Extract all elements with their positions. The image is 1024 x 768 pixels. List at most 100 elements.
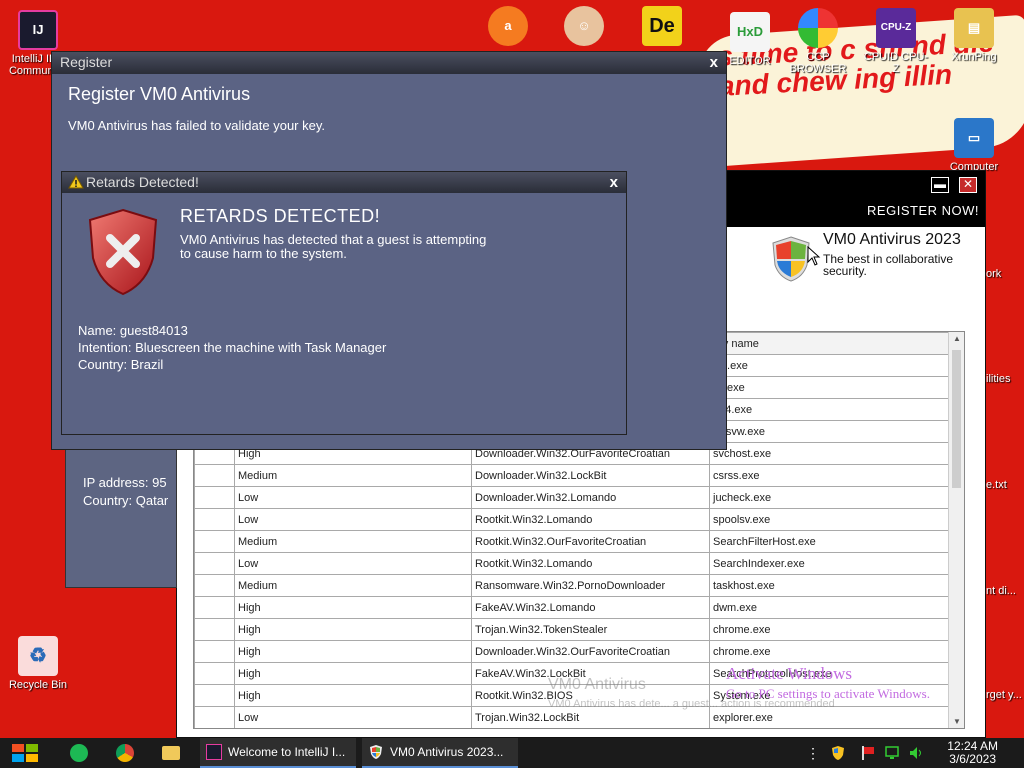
brand-tagline: The best in collaborative security. — [823, 252, 954, 278]
table-row[interactable]: Medium Rootkit.Win32.OurFavoriteCroatian S… — [194, 530, 951, 553]
scroll-down-icon[interactable]: ▼ — [949, 717, 964, 726]
tray-overflow-icon[interactable]: ⋮ — [806, 745, 822, 761]
edge-label-utilities: ilities — [986, 373, 1011, 385]
ccp-browser-icon — [798, 8, 838, 48]
start-button[interactable] — [8, 738, 42, 768]
tray-flag-icon[interactable] — [860, 745, 876, 761]
scrollbar-thumb[interactable] — [952, 350, 961, 488]
desktop-icon-recycle-bin[interactable]: ♻ Recycle Bin — [4, 636, 72, 691]
notification-toast-title: VM0 Antivirus — [548, 676, 646, 693]
row-indicator-cell — [194, 618, 235, 641]
table-row[interactable]: High Trojan.Win32.TokenStealer chrome.exe — [194, 618, 951, 641]
process-name-cell: svchost.exe — [709, 442, 951, 465]
network-icon[interactable] — [884, 745, 900, 761]
taskbar-chrome-button[interactable] — [116, 738, 134, 768]
row-indicator-cell — [194, 706, 235, 728]
table-row[interactable]: High FakeAV.Win32.Lomando dwm.exe — [194, 596, 951, 619]
register-dialog: Register x Register VM0 Antivirus VM0 An… — [51, 51, 727, 450]
desktop-icon-xrunping[interactable]: ▤ XrunPing — [940, 8, 1008, 63]
process-name-cell: SearchFilterHost.exe — [709, 530, 951, 553]
table-row[interactable]: Medium Ransomware.Win32.PornoDownloader ta… — [194, 574, 951, 597]
desktop-icon-computer[interactable]: ▭ Computer — [940, 118, 1008, 173]
row-indicator-cell — [194, 486, 235, 509]
avast-icon: a — [488, 6, 528, 46]
recycle-bin-icon: ♻ — [18, 636, 58, 676]
process-name-cell: jucheck.exe — [709, 486, 951, 509]
chrome-icon — [116, 744, 134, 762]
severity-cell: High — [234, 662, 472, 685]
row-indicator-cell — [194, 662, 235, 685]
taskbar-spotify-button[interactable] — [70, 738, 88, 768]
table-row[interactable]: Low Downloader.Win32.Lomando jucheck.exe — [194, 486, 951, 509]
row-indicator-cell — [194, 464, 235, 487]
threat-name-cell: Ransomware.Win32.PornoDownloader — [471, 574, 710, 597]
error-shield-icon — [88, 208, 158, 296]
guest-details: Name: guest84013 Intention: Bluescreen t… — [78, 322, 386, 373]
tray-shield-icon[interactable] — [830, 745, 846, 761]
mouse-cursor-icon — [807, 246, 821, 266]
register-now-link[interactable]: REGISTER NOW! — [867, 203, 979, 218]
register-dialog-title: Register — [60, 54, 113, 70]
process-name-cell: chrome.exe — [709, 640, 951, 663]
taskbar: Welcome to IntelliJ I... VM0 Antivirus 2… — [0, 738, 1024, 768]
register-dialog-titlebar: Register x — [52, 52, 726, 74]
column-header-process: ary name — [709, 332, 951, 355]
threat-name-cell: Downloader.Win32.LockBit — [471, 464, 710, 487]
guest-intention: Intention: Bluescreen the machine with T… — [78, 340, 387, 355]
row-indicator-cell — [194, 684, 235, 707]
intellij-icon — [206, 744, 222, 760]
table-row[interactable]: High Downloader.Win32.OurFavoriteCroatian… — [194, 640, 951, 663]
user-doctor-icon: ☺ — [564, 6, 604, 46]
guest-name: Name: guest84013 — [78, 323, 188, 338]
system-clock[interactable]: 12:24 AM 3/6/2023 — [947, 740, 998, 766]
threat-name-cell: Downloader.Win32.Lomando — [471, 486, 710, 509]
row-indicator-cell — [194, 640, 235, 663]
country-text: Country: Qatar — [83, 493, 169, 508]
register-message: VM0 Antivirus has failed to validate you… — [68, 118, 325, 133]
table-row[interactable]: Low Rootkit.Win32.Lomando spoolsv.exe — [194, 508, 951, 531]
windows-logo-icon — [12, 744, 38, 762]
threat-name-cell: Rootkit.Win32.Lomando — [471, 552, 710, 575]
table-row[interactable]: Low Rootkit.Win32.Lomando SearchIndexer.ex… — [194, 552, 951, 575]
scroll-up-icon[interactable]: ▲ — [949, 334, 964, 343]
process-name-cell: a64.exe — [709, 398, 951, 421]
row-indicator-cell — [194, 574, 235, 597]
threat-name-cell: Downloader.Win32.OurFavoriteCroatian — [471, 640, 710, 663]
desktop-icon-cpuz[interactable]: CPU-Z CPUID CPU-Z — [862, 8, 930, 75]
close-button[interactable]: ✕ — [959, 177, 977, 193]
taskbar-explorer-button[interactable] — [162, 738, 180, 768]
severity-cell: High — [234, 618, 472, 641]
process-name-cell: chrome.exe — [709, 618, 951, 641]
register-dialog-close-button[interactable]: x — [710, 52, 718, 73]
volume-icon[interactable] — [908, 745, 924, 761]
severity-cell: Low — [234, 552, 472, 575]
minimize-button[interactable]: ▬ — [931, 177, 949, 193]
detection-dialog-close-button[interactable]: x — [610, 172, 618, 193]
brand-block: VM0 Antivirus 2023 The best in collabora… — [769, 231, 979, 283]
desktop-icon-de[interactable]: De — [628, 6, 696, 49]
severity-cell: Medium — [234, 464, 472, 487]
desktop-icon-avast[interactable]: a — [474, 6, 542, 49]
detection-dialog: Retards Detected! x RETARDS DETECTED! VM… — [61, 171, 627, 435]
desktop-icon-ccp-browser[interactable]: CCP BROWSER — [784, 8, 852, 75]
computer-icon: ▭ — [954, 118, 994, 158]
row-indicator-cell — [194, 530, 235, 553]
threat-name-cell: Rootkit.Win32.OurFavoriteCroatian — [471, 530, 710, 553]
taskbar-app-intellij[interactable]: Welcome to IntelliJ I... — [200, 738, 356, 768]
severity-cell: Medium — [234, 574, 472, 597]
edge-label-target: rget y... — [986, 689, 1022, 701]
taskbar-app-vm0[interactable]: VM0 Antivirus 2023... — [362, 738, 518, 768]
severity-cell: Low — [234, 706, 472, 728]
desktop-icon-user[interactable]: ☺ — [550, 6, 618, 49]
detection-heading: RETARDS DETECTED! — [180, 206, 381, 226]
activate-windows-watermark: Activate Windows Go to PC settings to ac… — [726, 664, 930, 701]
severity-cell: Low — [234, 486, 472, 509]
process-name-cell: dwm.exe — [709, 596, 951, 619]
shield-icon — [370, 745, 382, 759]
guest-info-panel: IP address: 95 Country: Qatar — [65, 440, 177, 588]
table-row[interactable]: Medium Downloader.Win32.LockBit csrss.exe — [194, 464, 951, 487]
process-name-cell: taskhost.exe — [709, 574, 951, 597]
threat-name-cell: Rootkit.Win32.Lomando — [471, 508, 710, 531]
process-name-cell: torsvw.exe — [709, 420, 951, 443]
table-scrollbar[interactable]: ▲ ▼ — [948, 332, 964, 728]
